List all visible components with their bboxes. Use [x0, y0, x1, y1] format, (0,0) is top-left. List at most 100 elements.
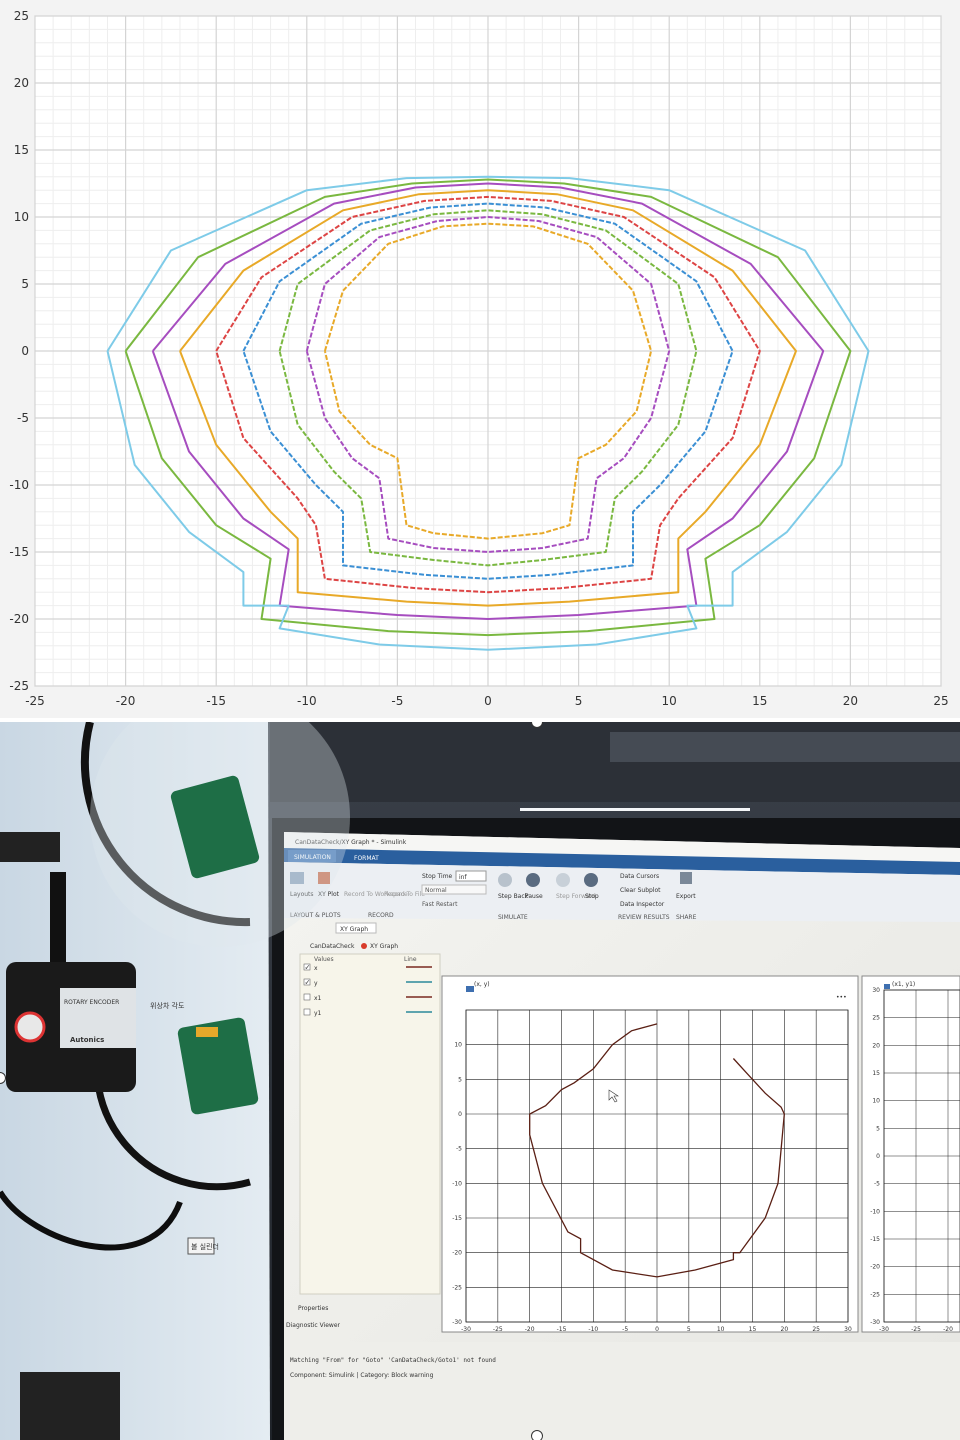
xy-graph-title: (x, y) — [474, 981, 490, 988]
photo-of-test-rig: CanDataCheck/XY Graph * - Simulink SIMUL… — [0, 722, 960, 1440]
x-tick-label: -10 — [297, 694, 317, 708]
signal-check-icon: ✓ — [305, 964, 311, 972]
xy-x-tick-label: -10 — [588, 1326, 598, 1333]
step-forward-icon[interactable] — [556, 873, 570, 887]
xy2-y-tick-label: -15 — [870, 1236, 880, 1243]
xy2-x-tick-label: -30 — [879, 1326, 889, 1333]
fast-restart-label[interactable]: Fast Restart — [422, 901, 458, 908]
y-tick-label: -10 — [9, 478, 29, 492]
y-tick-label: -20 — [9, 612, 29, 626]
xy2-y-tick-label: 0 — [876, 1153, 880, 1160]
xy2-y-tick-label: -5 — [874, 1181, 880, 1188]
xy2-x-tick-label: -20 — [943, 1326, 953, 1333]
signal-name: y1 — [314, 1010, 322, 1017]
signal-name: x — [314, 965, 318, 972]
xy2-x-tick-label: -25 — [911, 1326, 921, 1333]
xy-x-tick-label: -25 — [493, 1326, 503, 1333]
step-back-icon[interactable] — [498, 873, 512, 887]
x-tick-label: 5 — [575, 694, 583, 708]
xy-x-tick-label: 5 — [687, 1326, 691, 1333]
clear-subplot-label[interactable]: Clear Subplot — [620, 887, 661, 894]
section-review-label: REVIEW RESULTS — [618, 914, 670, 921]
x-tick-label: 20 — [843, 694, 858, 708]
xy-graph-more-icon[interactable]: ••• — [836, 994, 847, 1001]
xy-graph2-grid — [883, 989, 960, 1323]
export-icon[interactable] — [680, 872, 692, 884]
xy-x-tick-label: 0 — [655, 1326, 659, 1333]
encoder-coupling — [50, 872, 66, 962]
signals-panel — [299, 953, 441, 1295]
xy-graph-legend-marker — [466, 986, 474, 992]
pause-icon[interactable] — [526, 873, 540, 887]
signal-checkbox — [303, 993, 311, 1001]
resize-handle-bottom[interactable] — [531, 1430, 543, 1440]
breadcrumb-block[interactable]: XY Graph — [370, 943, 398, 950]
signals-header-line: Line — [404, 956, 417, 963]
stop-time-value: inf — [459, 874, 467, 881]
signals-header-values: Values — [314, 956, 334, 963]
xy2-y-tick-label: 10 — [872, 1098, 880, 1105]
xy2-y-tick-label: 15 — [872, 1070, 880, 1077]
stop-time-label: Stop Time — [422, 873, 453, 880]
y-tick-label: 20 — [14, 76, 29, 90]
xy-x-tick-label: -20 — [525, 1326, 535, 1333]
xy-x-tick-label: 30 — [844, 1326, 852, 1333]
x-tick-label: -20 — [116, 694, 136, 708]
xy-y-tick-label: 5 — [458, 1076, 462, 1083]
xy-x-tick-label: 25 — [812, 1326, 820, 1333]
stop-icon[interactable] — [584, 873, 598, 887]
data-inspector-label[interactable]: Data Inspector — [620, 901, 665, 908]
y-tick-label: 15 — [14, 143, 29, 157]
ceiling-light — [520, 808, 750, 811]
xy-x-tick-label: -30 — [461, 1326, 471, 1333]
xy-y-tick-label: -25 — [452, 1284, 462, 1291]
xy2-y-tick-label: 25 — [872, 1015, 880, 1022]
xy-x-tick-label: 10 — [717, 1326, 725, 1333]
panel-label-ball-text: 볼 실린더 — [191, 1242, 219, 1251]
signal-checkbox — [303, 1008, 311, 1016]
pause-label[interactable]: Pause — [525, 893, 543, 900]
record-file-label[interactable]: Record To File — [384, 891, 425, 898]
sensor-indicator — [196, 1027, 218, 1037]
xy-y-tick-label: -10 — [452, 1180, 462, 1187]
block-tab-label: XY Graph — [340, 926, 368, 933]
data-cursors-label[interactable]: Data Cursors — [620, 873, 659, 880]
top-plot-figure: -25 -20 -15 -10 -5 0 5 10 15 20 25 25 20 15 10 5 0 -5 -10 -… — [0, 0, 960, 718]
rotary-encoder-text: ROTARY ENCODER — [64, 999, 119, 1006]
xy-y-tick-label: 0 — [458, 1111, 462, 1118]
warning-sticker-icon — [14, 1011, 46, 1043]
xy-x-tick-label: 20 — [781, 1326, 789, 1333]
y-tick-label: 5 — [21, 277, 29, 291]
encoder-shaft — [0, 832, 60, 862]
tab-format-label[interactable]: FORMAT — [354, 855, 379, 862]
x-tick-label: -5 — [391, 694, 403, 708]
x-tick-label: -15 — [206, 694, 226, 708]
xy-graph2-legend-marker — [884, 984, 890, 989]
y-tick-label: -25 — [9, 679, 29, 693]
xy2-y-tick-label: -20 — [870, 1264, 880, 1271]
xy2-y-tick-label: 20 — [872, 1042, 880, 1049]
xy-graph2-title: (x1, y1) — [892, 981, 915, 988]
stop-label[interactable]: Stop — [585, 893, 599, 900]
signal-name: y — [314, 980, 318, 987]
xy2-y-tick-label: 5 — [876, 1125, 880, 1132]
section-record-label: RECORD — [368, 912, 394, 919]
rotary-encoder-brand: Autonics — [70, 1036, 104, 1044]
diagnostic-viewer-label[interactable]: Diagnostic Viewer — [286, 1322, 341, 1329]
xy-y-tick-label: -30 — [452, 1319, 462, 1326]
xy-x-tick-label: 15 — [749, 1326, 757, 1333]
properties-label[interactable]: Properties — [298, 1305, 328, 1312]
export-label[interactable]: Export — [676, 893, 696, 900]
x-tick-label: 10 — [662, 694, 677, 708]
xy-x-tick-label: -15 — [557, 1326, 567, 1333]
x-tick-label: -25 — [25, 694, 45, 708]
breadcrumb-root[interactable]: CanDataCheck — [310, 943, 355, 950]
photo-scene: CanDataCheck/XY Graph * - Simulink SIMUL… — [0, 722, 960, 1440]
diagnostic-detail: Component: Simulink | Category: Block wa… — [290, 1372, 434, 1379]
y-tick-label: -15 — [9, 545, 29, 559]
xy-y-tick-label: -5 — [456, 1146, 462, 1153]
diagnostic-message: Matching "From" for "Goto" 'CanDataCheck… — [290, 1357, 496, 1364]
x-tick-label: 15 — [752, 694, 767, 708]
motor-block — [20, 1372, 120, 1440]
breadcrumb-block-icon — [361, 943, 367, 949]
